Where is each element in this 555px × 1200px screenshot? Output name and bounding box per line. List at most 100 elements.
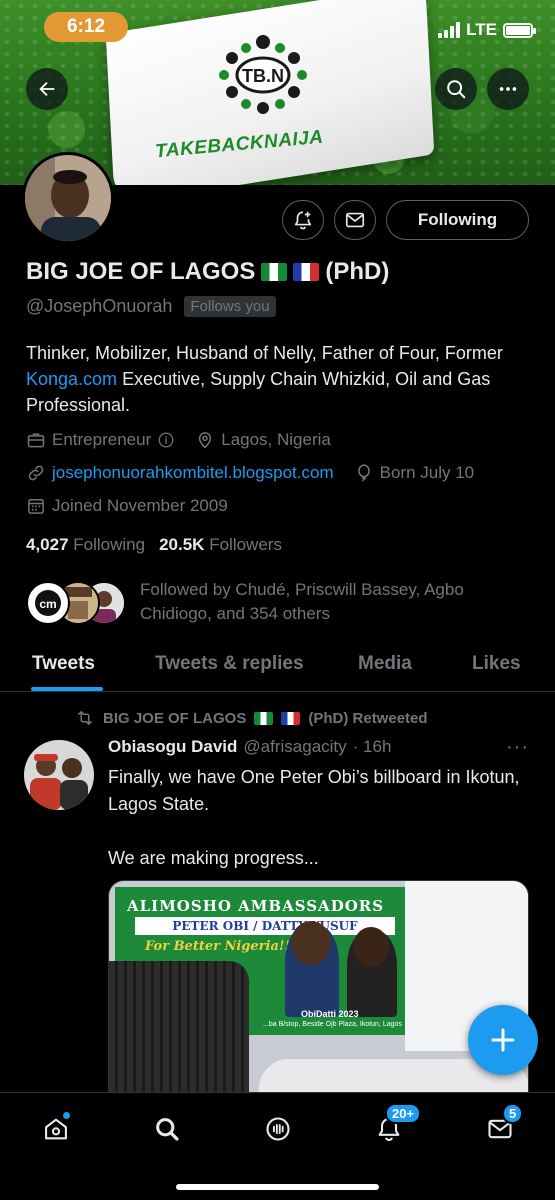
tab-likes[interactable]: Likes (472, 653, 521, 675)
home-indicator[interactable] (176, 1184, 379, 1190)
joined-item: Joined November 2009 (26, 496, 228, 516)
retweet-context[interactable]: BIG JOE OF LAGOS (PhD) Retweeted (75, 708, 428, 728)
active-tab-indicator (31, 687, 103, 691)
france-flag-icon (281, 711, 301, 725)
handle-row: @JosephOnuorah Follows you (26, 296, 276, 317)
tweet-media-image[interactable]: ALIMOSHO AMBASSADORS PETER OBI / DATTY Y… (108, 880, 529, 1110)
profile-tabs: Tweets Tweets & replies Media Likes (0, 640, 555, 692)
billboard-line-1: ALIMOSHO AMBASSADORS (127, 897, 385, 915)
profile-photo (25, 155, 111, 241)
bio-link[interactable]: Konga.com (26, 369, 117, 389)
followers-count-label: Followers (209, 535, 282, 554)
notify-button[interactable] (282, 200, 324, 240)
tweet-author-name[interactable]: Obiasogu David (108, 737, 237, 757)
meta-row-1: Entrepreneur Lagos, Nigeria (26, 430, 331, 450)
birthday-item: Born July 10 (354, 463, 475, 483)
follows-you-badge: Follows you (184, 296, 276, 317)
calendar-icon (28, 499, 44, 514)
more-button[interactable] (487, 68, 529, 110)
nav-messages[interactable]: 5 (480, 1103, 524, 1149)
tweet-time: · 16h (352, 737, 392, 756)
website-link[interactable]: josephonuorahkombitel.blogspot.com (52, 463, 334, 483)
profile-handle: @JosephOnuorah (26, 296, 173, 316)
location-label: Lagos, Nigeria (221, 430, 331, 449)
billboard-line-5: ...ba B/stop, Beside Ojb Plaza, Ikotun, … (263, 1021, 402, 1028)
bio-text-1: Thinker, Mobilizer, Husband of Nelly, Fa… (26, 343, 503, 363)
joined-label: Joined November 2009 (52, 496, 228, 515)
nav-notifications[interactable]: 20+ (369, 1103, 422, 1149)
follow-counts: 4,027 Following 20.5K Followers (26, 535, 282, 555)
balloon-icon (357, 464, 370, 482)
messages-badge: 5 (502, 1103, 524, 1124)
tweet-author-handle[interactable]: @afrisagacity (243, 737, 346, 757)
notifications-badge: 20+ (385, 1103, 422, 1124)
billboard-line-2: PETER OBI / DATTY YUSUF (135, 917, 395, 935)
more-icon (499, 87, 517, 91)
category-label: Entrepreneur (52, 430, 152, 449)
search-icon (156, 1118, 179, 1141)
author-photo (24, 740, 94, 810)
back-arrow-icon (39, 81, 55, 97)
nigeria-flag-icon (254, 711, 274, 725)
profile-name-suffix: (PhD) (325, 258, 390, 285)
search-button[interactable] (435, 68, 477, 110)
tab-tweets-replies[interactable]: Tweets & replies (155, 653, 304, 675)
media-tyres (109, 961, 249, 1109)
nav-search[interactable] (147, 1109, 187, 1149)
network-label: LTE (466, 20, 497, 39)
status-time: 6:12 (44, 12, 128, 42)
billboard-face-2 (353, 927, 389, 967)
website-item[interactable]: josephonuorahkombitel.blogspot.com (26, 463, 334, 483)
profile-avatar[interactable] (22, 152, 114, 244)
location-pin-icon (199, 432, 212, 449)
meta-row-3: Joined November 2009 (26, 496, 228, 516)
envelope-icon (345, 212, 365, 228)
location-item: Lagos, Nigeria (195, 430, 331, 450)
follower-avatar-1: cm (26, 581, 70, 625)
billboard-line-3: For Better Nigeria!!! (145, 939, 296, 954)
back-button[interactable] (26, 68, 68, 110)
nigeria-flag-icon (261, 263, 288, 281)
birthday-label: Born July 10 (379, 463, 475, 482)
tweet-header: Obiasogu David @afrisagacity · 16h (108, 737, 391, 757)
info-icon[interactable] (157, 431, 175, 449)
tab-media[interactable]: Media (358, 653, 412, 675)
followed-by-avatars: cm (26, 578, 130, 626)
followed-by-text: Followed by Chudé, Priscwill Bassey, Agb… (140, 580, 464, 623)
category-item: Entrepreneur (26, 430, 175, 450)
tab-tweets[interactable]: Tweets (32, 653, 95, 675)
following-count-link[interactable]: 4,027 Following (26, 535, 145, 555)
tbn-logo: TB.N (219, 35, 307, 114)
svg-text:cm: cm (39, 597, 56, 611)
nav-spaces[interactable] (258, 1109, 298, 1149)
followers-count-link[interactable]: 20.5K Followers (159, 535, 282, 555)
spaces-icon (266, 1117, 290, 1141)
link-icon (28, 465, 44, 481)
tweet-text: Finally, we have One Peter Obi’s billboa… (108, 767, 520, 868)
retweeted-suffix: (PhD) Retweeted (308, 709, 428, 727)
profile-name: BIG JOE OF LAGOS (PhD) (26, 258, 389, 286)
nav-home[interactable] (36, 1109, 76, 1149)
message-button[interactable] (334, 200, 376, 240)
status-indicators: LTE (438, 20, 536, 40)
bell-plus-icon (294, 211, 312, 230)
search-icon (447, 80, 466, 99)
following-count: 4,027 (26, 535, 69, 554)
briefcase-icon (27, 433, 45, 448)
plus-icon (491, 1028, 515, 1052)
profile-name-text: BIG JOE OF LAGOS (26, 258, 256, 285)
profile-bio: Thinker, Mobilizer, Husband of Nelly, Fa… (26, 340, 536, 418)
following-count-label: Following (73, 535, 146, 554)
retweeted-by-name: BIG JOE OF LAGOS (103, 709, 247, 727)
following-button[interactable]: Following (386, 200, 529, 240)
battery-icon (503, 22, 536, 38)
followed-by-row[interactable]: cm Followed by Chudé, Priscwill Bassey, … (26, 578, 520, 626)
tweet-author-avatar[interactable] (24, 740, 94, 810)
meta-row-2: josephonuorahkombitel.blogspot.com Born … (26, 463, 474, 483)
signal-icon (438, 22, 461, 38)
retweet-icon (78, 711, 92, 725)
tweet-more-icon[interactable]: ··· (506, 736, 529, 759)
followers-count: 20.5K (159, 535, 205, 554)
compose-tweet-button[interactable] (468, 1005, 538, 1075)
billboard-line-4: ObiDatti 2023 (301, 1009, 359, 1019)
